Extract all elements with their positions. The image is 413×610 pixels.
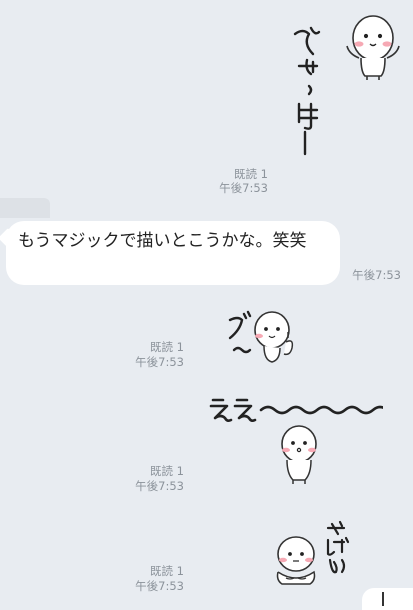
text-cursor-icon — [382, 592, 384, 606]
partial-message-bubble[interactable] — [362, 588, 413, 610]
sticker-gu[interactable] — [224, 308, 304, 370]
thumbs-up-character-icon — [228, 310, 294, 363]
read-receipt: 既読 1 — [150, 340, 184, 354]
timestamp: 午後7:53 — [352, 268, 401, 282]
timestamp: 午後7:53 — [135, 479, 184, 493]
avatar[interactable] — [0, 198, 50, 218]
timestamp: 午後7:53 — [135, 579, 184, 593]
message-bubble[interactable]: もうマジックで描いとこうかな。笑笑 — [6, 221, 340, 285]
timestamp: 午後7:53 — [219, 181, 268, 195]
read-receipt: 既読 1 — [150, 564, 184, 578]
sticker-hyahho[interactable] — [285, 8, 410, 158]
worried-character-icon — [276, 520, 350, 585]
surprised-character-icon — [209, 398, 389, 484]
timestamp: 午後7:53 — [135, 355, 184, 369]
read-receipt: 既読 1 — [150, 464, 184, 478]
sticker-ee[interactable] — [207, 392, 389, 492]
sticker-yabai[interactable] — [262, 516, 362, 590]
read-receipt: 既読 1 — [234, 167, 268, 181]
message-text: もうマジックで描いとこうかな。笑笑 — [18, 231, 307, 251]
waving-character-icon — [293, 15, 400, 156]
chat-screen: 既読 1 午後7:53 もうマジックで描いとこうかな。笑笑 午後7:53 既読 … — [0, 0, 413, 610]
